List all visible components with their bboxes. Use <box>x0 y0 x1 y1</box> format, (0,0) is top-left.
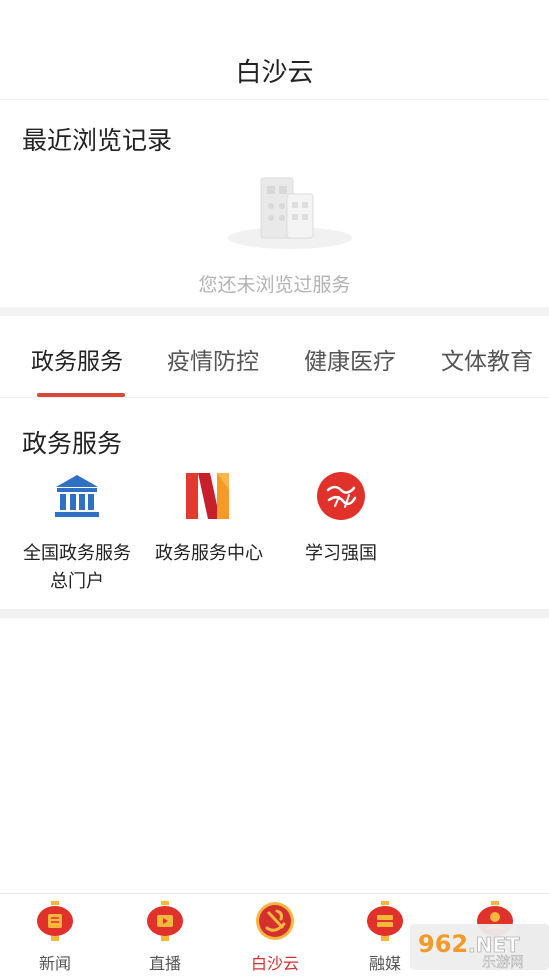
xuexi-qiangguo-icon <box>317 472 365 520</box>
government-building-icon <box>55 475 99 517</box>
n-logo-icon <box>186 473 229 519</box>
lantern-live-icon <box>147 901 183 941</box>
service-national-portal[interactable]: 全国政务服务总门户 <box>17 470 137 596</box>
nav-item-news[interactable]: 新闻 <box>15 900 95 974</box>
nav-item-live[interactable]: 直播 <box>125 900 205 974</box>
tab-culture-education[interactable]: 文体教育 <box>441 342 533 376</box>
empty-state-text: 您还未浏览过服务 <box>198 274 351 296</box>
service-center[interactable]: 政务服务中心 <box>149 470 269 568</box>
title-bar: 白沙云 <box>0 0 549 100</box>
nav-label-live: 直播 <box>148 954 181 973</box>
watermark-logo: 962 .NET 乐游网 <box>410 924 549 970</box>
nav-label-news: 新闻 <box>38 954 71 973</box>
section-divider <box>0 609 549 618</box>
svg-text:962: 962 <box>418 930 468 958</box>
section-title: 政务服务 <box>22 429 123 458</box>
tab-epidemic-control[interactable]: 疫情防控 <box>167 342 259 376</box>
lantern-news-icon <box>37 901 73 941</box>
empty-buildings-icon <box>228 177 352 249</box>
service-xuexi[interactable]: 学习强国 <box>281 470 401 568</box>
party-emblem-icon <box>256 902 294 940</box>
service-label: 学习强国 <box>305 543 377 564</box>
service-label: 全国政务服务总门户 <box>23 543 131 592</box>
nav-label-baishayun: 白沙云 <box>250 954 299 973</box>
page-title: 白沙云 <box>235 58 314 88</box>
nav-item-baishayun[interactable]: 白沙云 <box>235 900 315 974</box>
section-divider <box>0 307 549 316</box>
tab-health-medical[interactable]: 健康医疗 <box>304 342 396 376</box>
tab-government-services[interactable]: 政务服务 <box>31 342 123 376</box>
lantern-media-icon <box>367 901 403 941</box>
active-tab-indicator <box>37 393 125 397</box>
svg-text:.NET: .NET <box>468 933 520 957</box>
recent-heading: 最近浏览记录 <box>22 126 173 155</box>
service-label: 政务服务中心 <box>155 543 263 564</box>
svg-text:乐游网: 乐游网 <box>482 955 524 970</box>
category-tabs: 政务服务 疫情防控 健康医疗 文体教育 <box>0 316 549 398</box>
